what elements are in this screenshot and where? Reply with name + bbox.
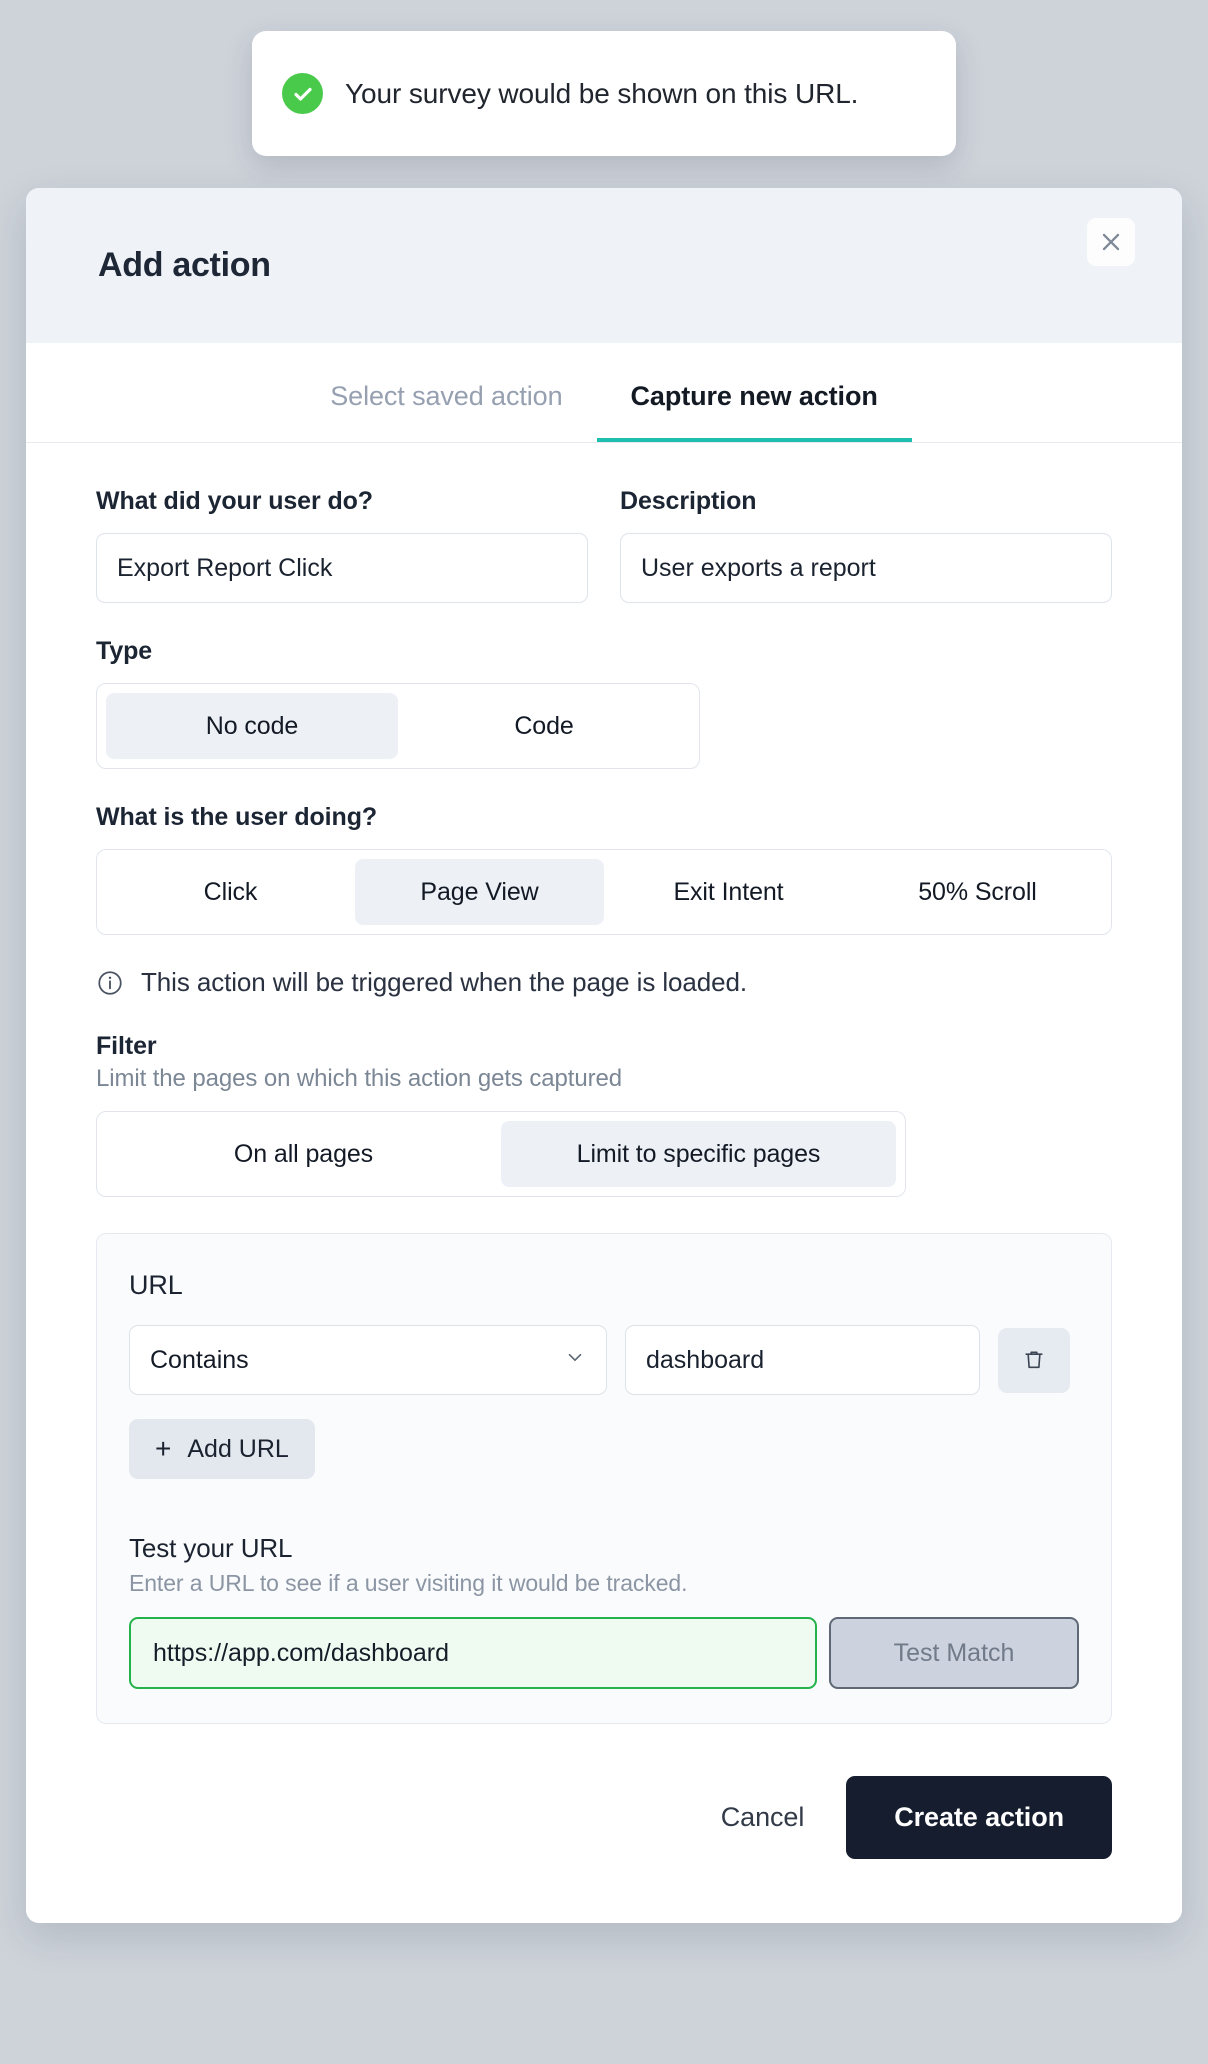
trigger-info-text: This action will be triggered when the p… [141,967,747,997]
success-toast: Your survey would be shown on this URL. [252,31,956,156]
action-name-input[interactable] [96,533,588,603]
modal-body: What did your user do? Description Type … [26,443,1182,1724]
type-option-no-code[interactable]: No code [106,693,398,759]
url-match-type-value: Contains [150,1345,249,1374]
add-action-modal: Add action Select saved action Capture n… [26,188,1182,1923]
modal-header: Add action [26,188,1182,343]
trigger-option-50-scroll[interactable]: 50% Scroll [853,859,1102,925]
filter-label: Filter [96,1032,157,1060]
test-url-title: Test your URL [129,1533,293,1563]
page-title: Add action [98,246,271,284]
filter-option-on-all-pages[interactable]: On all pages [106,1121,501,1187]
type-label: Type [96,637,153,665]
chevron-down-icon [564,1346,586,1375]
filter-option-limit-specific-pages[interactable]: Limit to specific pages [501,1121,896,1187]
check-circle-icon [282,73,323,114]
trigger-option-exit-intent[interactable]: Exit Intent [604,859,853,925]
create-action-button[interactable]: Create action [846,1776,1112,1859]
description-input[interactable] [620,533,1112,603]
trigger-info: This action will be triggered when the p… [96,967,1112,998]
url-value-input[interactable] [625,1325,980,1395]
url-card-title: URL [129,1270,183,1300]
type-section: Type No code Code [96,637,1112,769]
trigger-segmented-control: Click Page View Exit Intent 50% Scroll [96,849,1112,935]
action-name-label: What did your user do? [96,487,373,515]
description-label: Description [620,487,757,515]
action-name-field: What did your user do? [96,487,588,603]
info-icon [98,970,122,995]
close-icon [1102,233,1120,251]
filter-segmented-control: On all pages Limit to specific pages [96,1111,906,1197]
modal-footer: Cancel Create action [26,1724,1182,1923]
test-url-input[interactable] [129,1617,817,1689]
delete-url-button[interactable] [998,1327,1070,1393]
type-segmented-control: No code Code [96,683,700,769]
trigger-section: What is the user doing? Click Page View … [96,803,1112,935]
close-button[interactable] [1087,218,1135,266]
type-option-code[interactable]: Code [398,693,690,759]
trigger-label: What is the user doing? [96,803,378,831]
tab-capture-new-action[interactable]: Capture new action [596,381,912,442]
add-url-button[interactable]: + Add URL [129,1419,315,1479]
description-field: Description [620,487,1112,603]
modal-tabs: Select saved action Capture new action [26,343,1182,443]
trigger-option-page-view[interactable]: Page View [355,859,604,925]
cancel-button[interactable]: Cancel [721,1802,805,1833]
test-match-button[interactable]: Test Match [829,1617,1079,1689]
add-url-label: Add URL [187,1434,289,1463]
tab-select-saved-action[interactable]: Select saved action [296,381,596,442]
url-match-type-select[interactable]: Contains [129,1325,607,1395]
name-description-row: What did your user do? Description [96,487,1112,603]
trigger-option-click[interactable]: Click [106,859,355,925]
filter-section: Filter Limit the pages on which this act… [96,1032,1112,1197]
url-match-type-select-wrap: Contains [129,1325,607,1395]
test-url-subtitle: Enter a URL to see if a user visiting it… [129,1570,688,1596]
url-filter-card: URL Contains dashboard + Add URL Test yo… [96,1233,1112,1724]
trash-icon [1025,1351,1043,1369]
toast-message: Your survey would be shown on this URL. [345,77,859,109]
test-url-block: Test your URL Enter a URL to see if a us… [129,1533,1079,1689]
url-rule-row: Contains [129,1325,1079,1395]
test-url-row: Test Match [129,1617,1079,1689]
filter-sub-label: Limit the pages on which this action get… [96,1065,622,1092]
plus-icon: + [155,1433,172,1464]
